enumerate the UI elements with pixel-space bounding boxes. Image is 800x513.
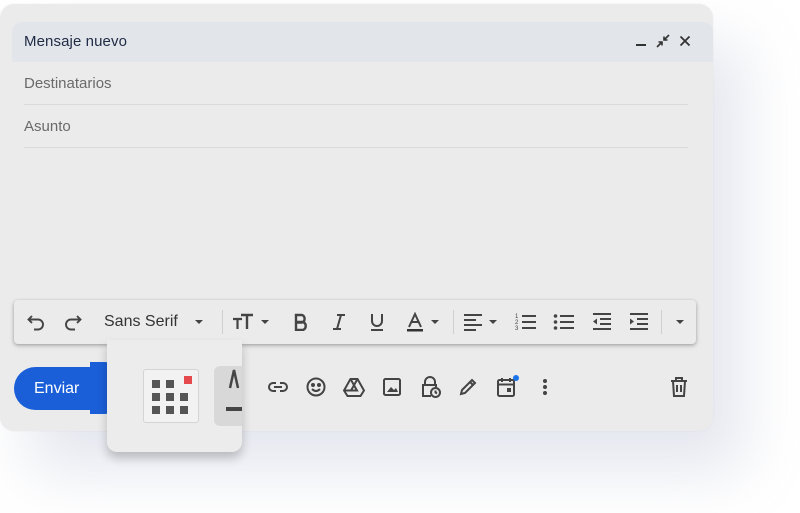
- window-title: Mensaje nuevo: [24, 33, 128, 50]
- undo-icon[interactable]: [24, 300, 48, 344]
- schedule-icon[interactable]: [495, 375, 519, 399]
- minimize-icon[interactable]: [633, 31, 649, 51]
- align-icon[interactable]: [461, 300, 503, 344]
- text-color-icon[interactable]: [404, 300, 446, 344]
- font-select[interactable]: Sans Serif: [104, 300, 216, 344]
- more-options-icon[interactable]: [533, 375, 557, 399]
- svg-text:3: 3: [515, 326, 519, 332]
- close-icon[interactable]: [677, 31, 693, 51]
- toolbar-divider: [453, 310, 454, 334]
- exit-fullscreen-icon[interactable]: [655, 31, 671, 51]
- subject-field[interactable]: Asunto: [24, 105, 688, 148]
- compose-titlebar[interactable]: Mensaje nuevo: [12, 22, 713, 62]
- recipients-placeholder: Destinatarios: [24, 75, 112, 92]
- insert-link-icon[interactable]: [266, 375, 290, 399]
- font-name: Sans Serif: [104, 313, 178, 330]
- more-formatting-icon[interactable]: [668, 300, 692, 344]
- recipients-field[interactable]: Destinatarios: [24, 62, 688, 105]
- formatting-toolbar: Sans Serif 123: [14, 300, 696, 344]
- toolbar-popup: [107, 340, 242, 452]
- delete-icon[interactable]: [667, 375, 691, 399]
- italic-icon[interactable]: [327, 300, 351, 344]
- underline-icon[interactable]: [365, 300, 389, 344]
- emoji-icon[interactable]: [304, 375, 328, 399]
- message-body[interactable]: [24, 150, 688, 300]
- notification-dot: [513, 375, 519, 381]
- photo-icon[interactable]: [380, 375, 404, 399]
- bold-icon[interactable]: [289, 300, 313, 344]
- font-size-icon[interactable]: [230, 300, 272, 344]
- bulleted-list-icon[interactable]: [552, 300, 576, 344]
- redo-icon[interactable]: [61, 300, 85, 344]
- apps-grid-button[interactable]: [143, 369, 199, 423]
- chevron-down-icon: [194, 320, 203, 324]
- send-label: Enviar: [34, 379, 80, 397]
- signature-icon[interactable]: [456, 375, 480, 399]
- indent-less-icon[interactable]: [590, 300, 614, 344]
- subject-placeholder: Asunto: [24, 118, 71, 135]
- confidential-mode-icon[interactable]: [418, 375, 442, 399]
- toolbar-divider: [222, 310, 223, 334]
- drive-icon[interactable]: [342, 375, 366, 399]
- grid-badge: [184, 376, 192, 384]
- formatting-options-button[interactable]: [214, 366, 242, 426]
- toolbar-divider: [661, 310, 662, 334]
- numbered-list-icon[interactable]: 123: [514, 300, 538, 344]
- indent-more-icon[interactable]: [627, 300, 651, 344]
